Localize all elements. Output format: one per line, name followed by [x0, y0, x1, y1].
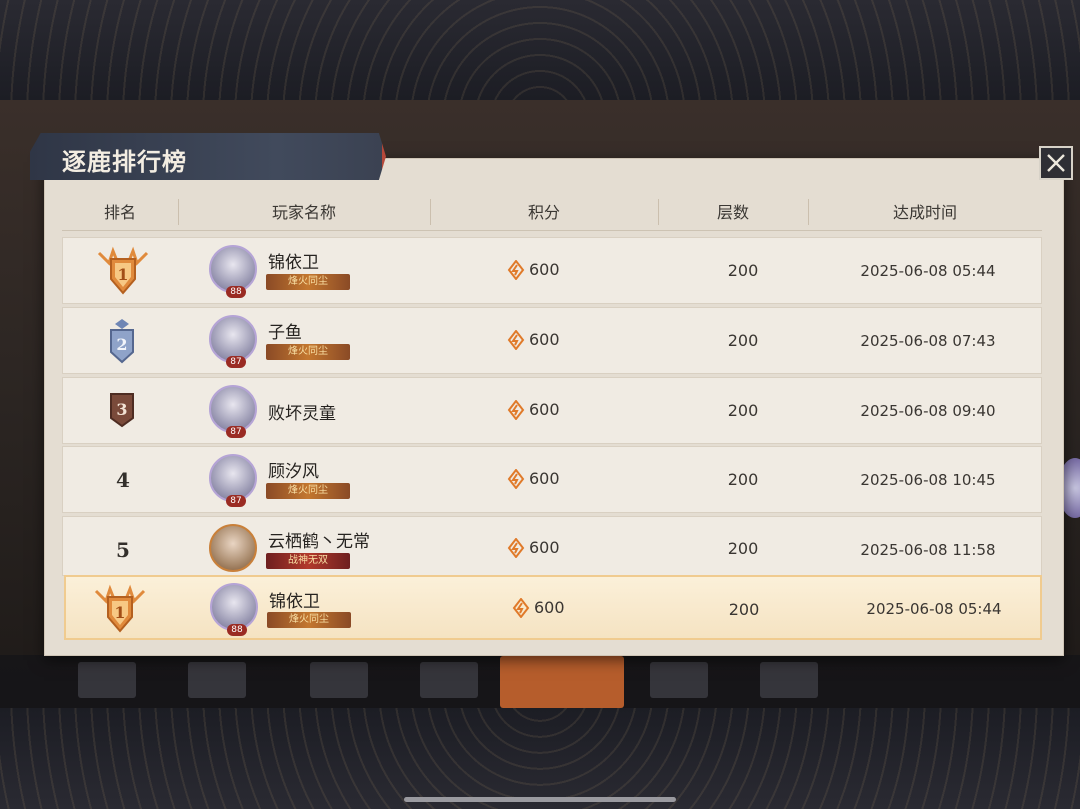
- score-flame-icon: [507, 469, 525, 489]
- menu-tab[interactable]: [760, 662, 818, 698]
- player-name: 顾汐风: [268, 462, 319, 482]
- table-row[interactable]: 5 云栖鹤丶无常 战神无双 600 200 2025-06-08 11:58: [62, 516, 1042, 576]
- rank-1-badge-icon: 1: [97, 246, 149, 295]
- score-value: 600: [529, 330, 560, 349]
- table-row[interactable]: 1 88 锦依卫 烽火同尘 600 200 2025-06-08 05:44: [62, 237, 1042, 304]
- avatar[interactable]: [209, 524, 257, 572]
- score-flame-icon: [507, 260, 525, 280]
- table-row[interactable]: 2 87 子鱼 烽火同尘 600 200 2025-06-08 07:43: [62, 307, 1042, 374]
- my-rank-row[interactable]: 1 88 锦依卫 烽火同尘 600 200 2025-06-08 05:44: [64, 575, 1042, 640]
- player-name: 锦依卫: [268, 253, 319, 273]
- svg-text:2: 2: [116, 335, 127, 354]
- player-level: 87: [226, 495, 246, 507]
- achieve-time: 2025-06-08 09:40: [860, 402, 996, 420]
- player-level: 87: [226, 356, 246, 368]
- player-title-badge: 烽火同尘: [267, 612, 351, 628]
- score-flame-icon: [507, 400, 525, 420]
- home-indicator[interactable]: [404, 797, 676, 802]
- header-rank: 排名: [103, 203, 136, 222]
- menu-tab[interactable]: [78, 662, 136, 698]
- rank-1-badge-icon: 1: [94, 584, 146, 633]
- score-value: 600: [529, 260, 560, 279]
- rank-number: 4: [116, 468, 130, 492]
- player-name: 子鱼: [268, 323, 302, 343]
- achieve-time: 2025-06-08 07:43: [860, 332, 996, 350]
- score-value: 600: [529, 538, 560, 557]
- rank-3-badge-icon: 3: [110, 393, 134, 428]
- score-value: 600: [529, 469, 560, 488]
- header-score: 积分: [527, 203, 560, 222]
- table-row[interactable]: 4 87 顾汐风 烽火同尘 600 200 2025-06-08 10:45: [62, 446, 1042, 513]
- player-title-badge: 烽火同尘: [266, 274, 350, 290]
- player-name: 云栖鹤丶无常: [268, 532, 370, 552]
- achieve-time: 2025-06-08 10:45: [860, 471, 996, 489]
- panel-title: 逐鹿排行榜: [62, 147, 187, 176]
- player-level: 88: [227, 624, 247, 636]
- floors-value: 200: [727, 401, 759, 420]
- close-button[interactable]: [1039, 146, 1073, 180]
- player-level: 88: [226, 286, 246, 298]
- floors-value: 200: [727, 539, 759, 558]
- score-flame-icon: [512, 598, 530, 618]
- svg-text:1: 1: [114, 603, 125, 622]
- achieve-time: 2025-06-08 05:44: [860, 262, 996, 280]
- score-flame-icon: [507, 538, 525, 558]
- player-name: 锦依卫: [269, 592, 320, 612]
- menu-tab[interactable]: [420, 662, 478, 698]
- menu-tab[interactable]: [188, 662, 246, 698]
- floors-value: 200: [727, 470, 759, 489]
- player-name: 败坏灵童: [268, 404, 336, 424]
- svg-text:3: 3: [116, 400, 127, 419]
- rank-2-badge-icon: 2: [110, 319, 134, 364]
- close-icon: [1047, 154, 1065, 172]
- header-player-name: 玩家名称: [271, 203, 336, 222]
- floors-value: 200: [727, 331, 759, 350]
- background-bottom: [0, 708, 1080, 809]
- score-value: 600: [529, 400, 560, 419]
- floors-value: 200: [727, 261, 759, 280]
- menu-tab[interactable]: [310, 662, 368, 698]
- rank-number: 5: [116, 538, 130, 562]
- score-value: 600: [534, 598, 565, 617]
- player-level: 87: [226, 426, 246, 438]
- menu-tab[interactable]: [650, 662, 708, 698]
- floors-value: 200: [728, 600, 760, 619]
- table-row[interactable]: 3 87 败坏灵童 600 200 2025-06-08 09:40: [62, 377, 1042, 444]
- header-floors: 层数: [716, 203, 749, 222]
- background-top: [0, 0, 1080, 100]
- achieve-time: 2025-06-08 05:44: [866, 600, 1002, 618]
- achieve-time: 2025-06-08 11:58: [860, 541, 996, 559]
- player-title-badge: 烽火同尘: [266, 344, 350, 360]
- menu-tab-active[interactable]: [500, 656, 624, 708]
- player-title-badge: 烽火同尘: [266, 483, 350, 499]
- svg-text:1: 1: [117, 265, 128, 284]
- header-time: 达成时间: [892, 203, 957, 222]
- table-header: 排名 玩家名称 积分 层数 达成时间: [62, 195, 1042, 231]
- score-flame-icon: [507, 330, 525, 350]
- player-title-badge: 战神无双: [266, 553, 350, 569]
